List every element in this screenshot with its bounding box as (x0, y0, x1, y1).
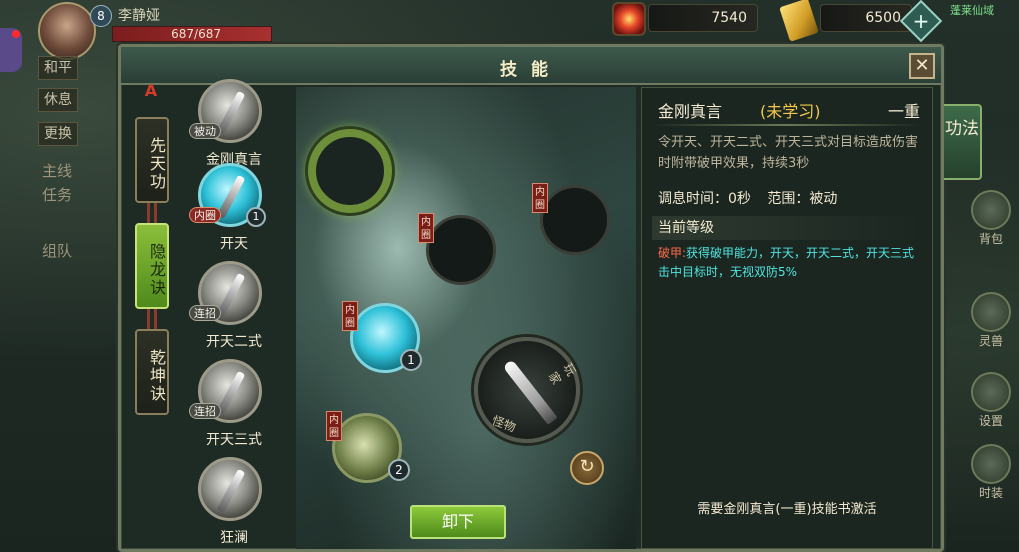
rest-button[interactable]: 休息 (38, 88, 78, 112)
target-monster-label: 怪物 (490, 413, 518, 435)
inner-circle-flag: 内圈 (326, 411, 342, 441)
team-tab[interactable]: 组队 (40, 240, 74, 262)
skill-item-kuanglan[interactable]: 狂澜 (179, 457, 289, 552)
skill-item-kaitian-3[interactable]: 连招 开天三式 (179, 359, 289, 457)
skill-level-badge: 1 (246, 207, 266, 227)
skill-detail-panel: 金刚真言 (未学习) 一重 令开天、开天二式、开天三式对目标造成伤害时附带破甲效… (641, 87, 933, 549)
effect-prefix: 破甲: (658, 246, 687, 260)
main-quest-tab[interactable]: 主线 (40, 160, 74, 182)
skill-slot-empty[interactable] (426, 215, 496, 285)
skill-tag: 连招 (189, 403, 221, 419)
category-tab-qiankunjue[interactable]: 乾坤诀 (135, 329, 169, 415)
ticket-currency-amount: 6500 (820, 4, 912, 32)
main-skill-slot[interactable] (308, 129, 392, 213)
gongfa-side-tab[interactable]: 功法 (944, 104, 982, 180)
gem-currency-icon (612, 2, 646, 36)
skill-slot-area: 内圈 内圈 内圈 1 内圈 2 玩家 怪物 ↻ (296, 87, 636, 549)
player-name: 李静娅 (118, 8, 160, 24)
settings-button[interactable]: 设置 (966, 372, 1016, 428)
detail-skill-rank: 一重 (887, 102, 920, 121)
skill-tag: 被动 (189, 123, 221, 139)
pk-mode-tag[interactable]: 和平 (38, 56, 78, 80)
pet-icon (971, 292, 1011, 332)
panel-title: 技能 (500, 60, 562, 80)
detail-effect: 破甲:获得破甲能力，开天，开天二式，开天三式击中目标时，无视双防5% (658, 244, 922, 282)
fashion-button[interactable]: 时装 (966, 444, 1016, 500)
divider (652, 124, 922, 126)
skill-name: 开天 (220, 236, 248, 252)
detail-stats: 调息时间：0秒 范围：被动 (658, 188, 849, 208)
target-player-label: 玩家 (545, 360, 579, 387)
attack-target-wheel[interactable]: 玩家 怪物 (474, 337, 580, 443)
skill-panel: 技能 ✕ A 先天功 隐龙诀 乾坤诀 被动 金刚真言 内圈 1 开天 连招 开天… (118, 44, 944, 552)
player-level-badge: 8 (90, 5, 112, 27)
plus-icon: + (912, 9, 930, 33)
sect-logo-icon: A (144, 81, 158, 100)
inner-circle-flag: 内圈 (342, 301, 358, 331)
chain-divider (147, 309, 157, 329)
bag-icon (971, 190, 1011, 230)
detail-skill-name: 金刚真言 (658, 102, 723, 121)
category-tab-xiantiangong[interactable]: 先天功 (135, 117, 169, 203)
activity-chip[interactable] (0, 28, 22, 72)
pet-button[interactable]: 灵兽 (966, 292, 1016, 348)
fashion-icon (971, 444, 1011, 484)
detail-learn-status: (未学习) (760, 102, 821, 121)
chain-divider (147, 203, 157, 223)
skill-name: 狂澜 (220, 530, 248, 546)
current-level-header: 当前等级 (652, 216, 922, 240)
skill-name: 开天三式 (206, 432, 262, 448)
category-tab-yinlongjue[interactable]: 隐龙诀 (135, 223, 169, 309)
skill-slot-empty[interactable] (540, 185, 610, 255)
sword-icon (502, 359, 558, 425)
player-avatar[interactable] (38, 2, 96, 60)
gear-icon (971, 372, 1011, 412)
skill-item-kaitian-2[interactable]: 连招 开天二式 (179, 261, 289, 359)
switch-button[interactable]: 更换 (38, 122, 78, 146)
skill-name: 开天二式 (206, 334, 262, 350)
slot-level-badge: 1 (400, 349, 422, 371)
skill-tag: 内圈 (189, 207, 221, 223)
skill-tag: 连招 (189, 305, 221, 321)
bag-button[interactable]: 背包 (966, 190, 1016, 246)
quest-tab[interactable]: 任务 (40, 184, 74, 206)
detail-description: 令开天、开天二式、开天三式对目标造成伤害时附带破甲效果，持续3秒 (658, 135, 919, 171)
refresh-icon[interactable]: ↻ (570, 451, 604, 485)
detail-range: 范围：被动 (767, 191, 838, 207)
detail-cooldown: 调息时间：0秒 (658, 191, 751, 207)
slot-level-badge: 2 (388, 459, 410, 481)
gem-currency-amount: 7540 (648, 4, 758, 32)
player-hp-bar: 687/687 (112, 26, 272, 42)
inner-circle-flag: 内圈 (532, 183, 548, 213)
skill-item-kaitian[interactable]: 内圈 1 开天 (179, 163, 289, 261)
notification-dot (12, 30, 20, 38)
unequip-button[interactable]: 卸下 (410, 505, 506, 539)
kuanglan-skill-icon (198, 457, 262, 521)
region-name: 蓬莱仙域 (950, 4, 994, 17)
inner-circle-flag: 内圈 (418, 213, 434, 243)
close-button[interactable]: ✕ (909, 53, 935, 79)
effect-text: 获得破甲能力，开天，开天二式，开天三式击中目标时，无视双防5% (658, 246, 915, 279)
activation-requirement: 需要金刚真言(一重)技能书激活 (697, 502, 877, 517)
